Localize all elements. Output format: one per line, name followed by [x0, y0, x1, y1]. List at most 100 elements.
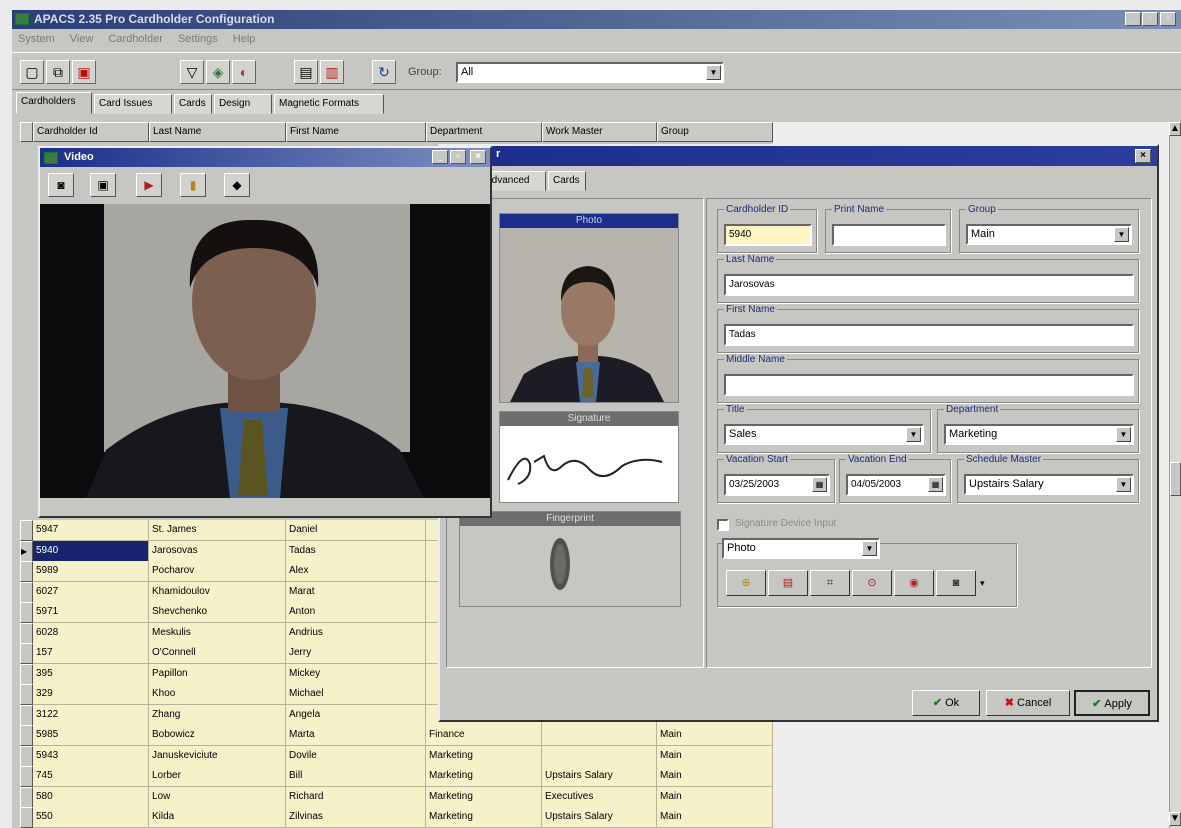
table-cell-group[interactable]: Main [657, 807, 773, 828]
table-cell-first[interactable]: Angela [286, 704, 426, 726]
table-cell-group[interactable]: Main [657, 745, 773, 767]
title-dropdown[interactable]: Sales ▼ [724, 424, 924, 445]
vertical-scrollbar[interactable]: ▲ ▼ [1169, 122, 1181, 828]
video-maximize-icon[interactable]: ▫ [450, 150, 466, 164]
row-indicator[interactable] [20, 807, 33, 828]
camera-icon[interactable]: ◙ [48, 173, 74, 197]
row-indicator[interactable] [20, 663, 33, 685]
table-cell-last[interactable]: Bobowicz [149, 725, 286, 746]
last-name-field[interactable]: Jarosovas [724, 274, 1134, 296]
vacation-end-field[interactable]: 04/05/2003 ▦ [846, 474, 946, 496]
row-indicator[interactable] [20, 602, 33, 623]
table-cell-last[interactable]: Kilda [149, 807, 286, 828]
table-cell-last[interactable]: Khamidoulov [149, 581, 286, 603]
row-indicator[interactable] [20, 725, 33, 746]
table-cell-dept[interactable]: Marketing [426, 786, 542, 808]
tab-card-issues[interactable]: Card Issues [94, 94, 172, 114]
more-options-icon[interactable]: ▾ [980, 578, 985, 589]
table-cell-id[interactable]: 5989 [33, 561, 149, 582]
table-cell-last[interactable]: Meskulis [149, 622, 286, 644]
table-cell-dept[interactable]: Marketing [426, 807, 542, 828]
group-select[interactable]: All ▼ [456, 62, 724, 83]
refresh-icon[interactable]: ↻ [372, 60, 396, 84]
tab-cardholders[interactable]: Cardholders [16, 92, 92, 114]
abc-icon[interactable]: ◐ [232, 60, 256, 84]
table-cell-last[interactable]: Shevchenko [149, 602, 286, 623]
menu-settings[interactable]: Settings [178, 33, 218, 45]
maximize-icon[interactable]: ▫ [1142, 12, 1158, 26]
minimize-icon[interactable]: _ [1125, 12, 1141, 26]
table-cell-first[interactable]: Richard [286, 786, 426, 808]
table-cell-id[interactable]: 5943 [33, 745, 149, 767]
table-cell-id[interactable]: 3122 [33, 704, 149, 726]
column-header-id[interactable]: Cardholder Id [33, 122, 149, 142]
ok-button[interactable]: ✔ Ok [912, 690, 980, 716]
table-cell-first[interactable]: Dovile [286, 745, 426, 767]
group-dropdown[interactable]: Main ▼ [966, 224, 1132, 245]
column-header-last-name[interactable]: Last Name [149, 122, 286, 142]
open-file-icon[interactable]: ⊕ [726, 570, 766, 596]
crop-icon[interactable]: ⌗ [810, 570, 850, 596]
row-indicator[interactable]: ▶ [20, 540, 33, 562]
table-cell-last[interactable]: Khoo [149, 684, 286, 705]
menu-view[interactable]: View [70, 33, 94, 45]
column-header-department[interactable]: Department [426, 122, 542, 142]
door-icon[interactable]: ▮ [180, 173, 206, 197]
table-cell-first[interactable]: Daniel [286, 520, 426, 541]
table-cell-id[interactable]: 5947 [33, 520, 149, 541]
cancel-button[interactable]: ✖ Cancel [986, 690, 1070, 716]
table-row[interactable]: 5943 Januskeviciute Dovile Marketing Main [20, 745, 773, 767]
snapshot-icon[interactable]: ▶ [136, 173, 162, 197]
calendar-icon[interactable]: ▦ [812, 477, 827, 492]
tab-cards[interactable]: Cards [174, 94, 212, 114]
row-indicator[interactable] [20, 520, 33, 541]
row-indicator[interactable] [20, 766, 33, 787]
column-header-first-name[interactable]: First Name [286, 122, 426, 142]
print-card-icon[interactable]: ▥ [320, 60, 344, 84]
table-cell-id[interactable]: 157 [33, 643, 149, 664]
table-cell-first[interactable]: Marat [286, 581, 426, 603]
zoom-icon[interactable]: ⊙ [852, 570, 892, 596]
table-row[interactable]: 580 Low Richard Marketing Executives Main [20, 786, 773, 808]
row-indicator[interactable] [20, 622, 33, 644]
table-cell-first[interactable]: Bill [286, 766, 426, 787]
middle-name-field[interactable] [724, 374, 1134, 396]
table-cell-last[interactable]: St. James [149, 520, 286, 541]
table-cell-first[interactable]: Jerry [286, 643, 426, 664]
table-cell-work[interactable]: Upstairs Salary [542, 807, 657, 828]
table-cell-first[interactable]: Mickey [286, 663, 426, 685]
video-close-icon[interactable]: × [470, 150, 486, 164]
row-indicator[interactable] [20, 745, 33, 767]
table-cell-first[interactable]: Michael [286, 684, 426, 705]
table-cell-group[interactable]: Main [657, 725, 773, 746]
row-indicator[interactable] [20, 704, 33, 726]
table-cell-work[interactable] [542, 725, 657, 746]
paste-icon[interactable]: ▤ [768, 570, 808, 596]
table-cell-group[interactable]: Main [657, 786, 773, 808]
table-cell-id[interactable]: 329 [33, 684, 149, 705]
table-row[interactable]: 5985 Bobowicz Marta Finance Main [20, 725, 773, 746]
scroll-down-icon[interactable]: ▼ [1169, 812, 1181, 826]
table-row[interactable]: 550 Kilda Zilvinas Marketing Upstairs Salary… [20, 807, 773, 828]
delete-icon[interactable]: ▣ [72, 60, 96, 84]
table-cell-work[interactable] [542, 745, 657, 767]
settings-icon[interactable]: ◆ [224, 173, 250, 197]
table-cell-first[interactable]: Andrius [286, 622, 426, 644]
table-cell-id[interactable]: 5940 [33, 540, 149, 562]
table-cell-last[interactable]: Januskeviciute [149, 745, 286, 767]
table-cell-last[interactable]: Pocharov [149, 561, 286, 582]
close-icon[interactable]: × [1160, 12, 1176, 26]
vacation-start-field[interactable]: 03/25/2003 ▦ [724, 474, 830, 496]
menu-system[interactable]: System [18, 33, 55, 45]
table-cell-first[interactable]: Alex [286, 561, 426, 582]
table-row[interactable]: 745 Lorber Bill Marketing Upstairs Salary Mai… [20, 766, 773, 787]
save-image-icon[interactable]: ◉ [894, 570, 934, 596]
tab-design[interactable]: Design [214, 94, 272, 114]
table-cell-last[interactable]: O'Connell [149, 643, 286, 664]
schedule-master-dropdown[interactable]: Upstairs Salary ▼ [964, 474, 1134, 495]
dialog-close-icon[interactable]: × [1135, 149, 1151, 163]
camera-icon[interactable]: ◙ [936, 570, 976, 596]
menu-help[interactable]: Help [233, 33, 256, 45]
table-cell-first[interactable]: Zilvinas [286, 807, 426, 828]
table-cell-first[interactable]: Tadas [286, 540, 426, 562]
